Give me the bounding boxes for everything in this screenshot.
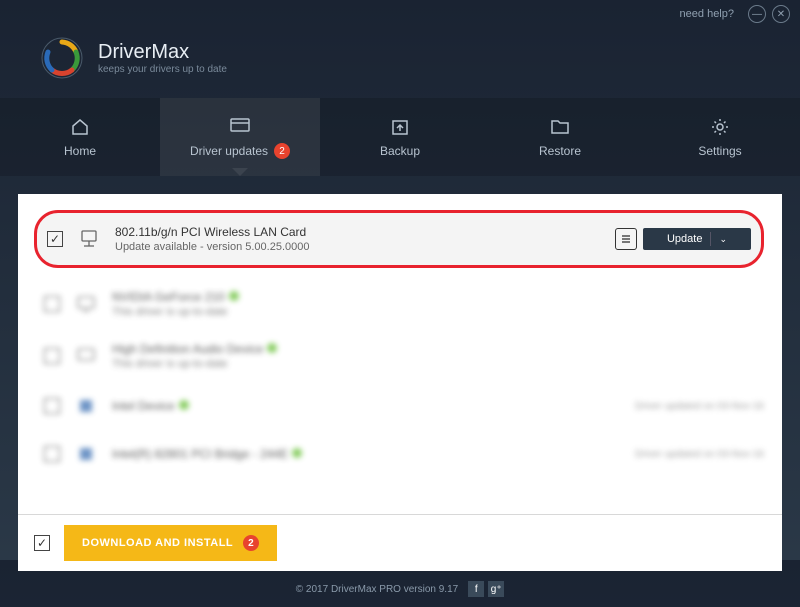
nav-restore[interactable]: Restore	[480, 98, 640, 176]
footer: © 2017 DriverMax PRO version 9.17 f g⁺	[0, 571, 800, 607]
updates-icon	[229, 115, 251, 137]
chevron-down-icon: ⌄	[719, 234, 727, 245]
brand-name: DriverMax	[98, 41, 227, 64]
driver-checkbox[interactable]	[44, 296, 60, 312]
select-all-checkbox[interactable]	[34, 535, 50, 551]
network-card-icon	[77, 227, 101, 251]
nav-label: Backup	[380, 144, 420, 158]
driver-row-highlighted[interactable]: 802.11b/g/n PCI Wireless LAN Card Update…	[34, 210, 764, 268]
nav-label: Driver updates	[190, 144, 268, 158]
driver-name: 802.11b/g/n PCI Wireless LAN Card	[115, 225, 601, 239]
minimize-button[interactable]: —	[748, 5, 766, 23]
close-button[interactable]: ✕	[772, 5, 790, 23]
driver-checkbox[interactable]	[47, 231, 63, 247]
details-icon[interactable]	[615, 228, 637, 250]
driver-checkbox[interactable]	[44, 398, 60, 414]
driver-row[interactable]: Intel Device Driver updated on 03-Nov-16	[34, 382, 774, 430]
app-logo-icon	[40, 36, 84, 80]
nav-label: Home	[64, 144, 96, 158]
download-label: DOWNLOAD AND INSTALL	[82, 537, 233, 549]
nav-backup[interactable]: Backup	[320, 98, 480, 176]
restore-icon	[549, 116, 571, 138]
help-link[interactable]: need help?	[680, 8, 734, 20]
driver-list-panel: 802.11b/g/n PCI Wireless LAN Card Update…	[18, 194, 782, 514]
google-plus-icon[interactable]: g⁺	[488, 581, 504, 597]
driver-row[interactable]: Intel(R) 82801 PCI Bridge - 244E Driver …	[34, 430, 774, 478]
nav-label: Settings	[698, 144, 741, 158]
nav-settings[interactable]: Settings	[640, 98, 800, 176]
driver-info: 802.11b/g/n PCI Wireless LAN Card Update…	[115, 225, 601, 253]
nav-driver-updates[interactable]: Driver updates 2	[160, 98, 320, 176]
bottom-bar: DOWNLOAD AND INSTALL 2	[18, 514, 782, 571]
driver-checkbox[interactable]	[44, 446, 60, 462]
home-icon	[69, 116, 91, 138]
audio-icon	[74, 344, 98, 368]
main-nav: Home Driver updates 2 Backup Restore Set…	[0, 98, 800, 176]
header: DriverMax keeps your drivers up to date	[0, 28, 800, 98]
brand-text: DriverMax keeps your drivers up to date	[98, 41, 227, 75]
nav-label: Restore	[539, 144, 581, 158]
download-install-button[interactable]: DOWNLOAD AND INSTALL 2	[64, 525, 277, 561]
chip-icon	[74, 394, 98, 418]
driver-scroll-area[interactable]: 802.11b/g/n PCI Wireless LAN Card Update…	[34, 210, 774, 498]
update-button[interactable]: Update ⌄	[643, 228, 751, 250]
driver-checkbox[interactable]	[44, 348, 60, 364]
gear-icon	[709, 116, 731, 138]
update-label: Update	[667, 233, 702, 245]
social-links: f g⁺	[468, 581, 504, 597]
driver-row[interactable]: High Definition Audio Device This driver…	[34, 330, 774, 382]
download-count-badge: 2	[243, 535, 259, 551]
backup-icon	[389, 116, 411, 138]
chip-icon	[74, 442, 98, 466]
nav-home[interactable]: Home	[0, 98, 160, 176]
copyright-text: © 2017 DriverMax PRO version 9.17	[296, 584, 458, 595]
titlebar: need help? — ✕	[0, 0, 800, 28]
brand-tagline: keeps your drivers up to date	[98, 64, 227, 75]
monitor-icon	[74, 292, 98, 316]
updates-count-badge: 2	[274, 143, 290, 159]
driver-row[interactable]: NVIDIA GeForce 210 This driver is up-to-…	[34, 278, 774, 330]
driver-status: Update available - version 5.00.25.0000	[115, 241, 601, 253]
facebook-icon[interactable]: f	[468, 581, 484, 597]
